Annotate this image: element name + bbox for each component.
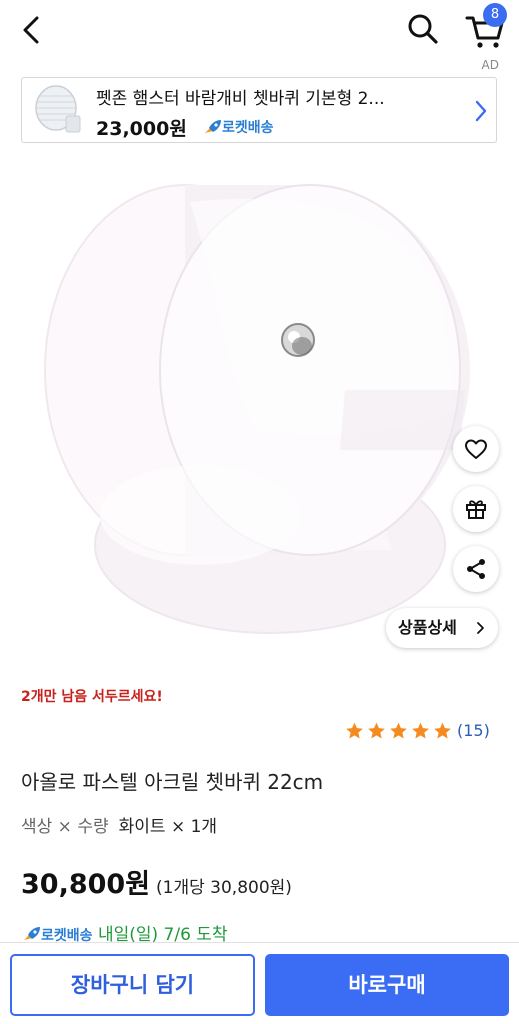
gift-button[interactable] bbox=[453, 486, 499, 532]
star-icon bbox=[412, 722, 429, 738]
ad-product-price: 23,000원 bbox=[96, 118, 187, 140]
cart-count-badge: 8 bbox=[483, 3, 507, 27]
star-icon bbox=[434, 722, 451, 738]
ad-label: AD bbox=[481, 58, 499, 72]
review-count[interactable]: (15) bbox=[457, 721, 490, 740]
product-detail-label: 상품상세 bbox=[398, 618, 457, 637]
product-page: 8 AD 펫존 햄스터 바람개비 쳇바퀴 기본형 2... 23,000원 로켓… bbox=[0, 0, 519, 1024]
heart-icon bbox=[465, 439, 487, 459]
rating[interactable]: (15) bbox=[344, 720, 490, 742]
share-icon bbox=[467, 559, 485, 579]
rocket-icon bbox=[205, 120, 221, 133]
star-icon bbox=[368, 722, 385, 738]
star-icon bbox=[390, 722, 407, 738]
add-to-cart-button[interactable]: 장바구니 담기 bbox=[10, 954, 255, 1016]
option-label: 색상 × 수량 bbox=[21, 817, 109, 837]
star-icon bbox=[346, 722, 363, 738]
bottom-action-bar: 장바구니 담기 바로구매 bbox=[0, 942, 519, 1024]
ad-product-card[interactable]: 펫존 햄스터 바람개비 쳇바퀴 기본형 2... 23,000원 로켓배송 bbox=[21, 77, 497, 143]
unit-price: (1개당 30,800원) bbox=[156, 878, 292, 898]
option-value: 화이트 × 1개 bbox=[118, 817, 218, 837]
chevron-right-icon bbox=[477, 622, 484, 634]
stock-warning: 2개만 남음 서두르세요! bbox=[21, 689, 163, 705]
product-title: 아올로 파스텔 아크릴 쳇바퀴 22cm bbox=[21, 770, 324, 794]
rocket-icon bbox=[24, 927, 40, 940]
search-icon bbox=[408, 14, 438, 44]
product-price: 30,800원 bbox=[21, 869, 151, 900]
chevron-right-icon[interactable] bbox=[472, 98, 490, 124]
product-detail-button[interactable]: 상품상세 bbox=[386, 608, 498, 648]
ad-product-thumbnail bbox=[28, 82, 84, 138]
product-image[interactable] bbox=[0, 150, 519, 670]
price-row: 30,800원 (1개당 30,800원) bbox=[21, 862, 292, 901]
option-row[interactable]: 색상 × 수량 화이트 × 1개 bbox=[21, 812, 217, 837]
back-button[interactable] bbox=[14, 12, 50, 48]
ad-rocket-label: 로켓배송 bbox=[222, 120, 274, 136]
buy-now-button[interactable]: 바로구매 bbox=[265, 954, 509, 1016]
wishlist-button[interactable] bbox=[453, 426, 499, 472]
ad-rocket-badge: 로켓배송 bbox=[202, 117, 274, 137]
rating-stars bbox=[344, 720, 454, 739]
search-button[interactable] bbox=[404, 10, 442, 48]
back-arrow-icon bbox=[23, 16, 39, 44]
share-button[interactable] bbox=[453, 546, 499, 592]
gift-icon bbox=[466, 500, 486, 519]
ad-product-title: 펫존 햄스터 바람개비 쳇바퀴 기본형 2... bbox=[96, 89, 385, 109]
top-bar: 8 AD bbox=[0, 0, 519, 72]
